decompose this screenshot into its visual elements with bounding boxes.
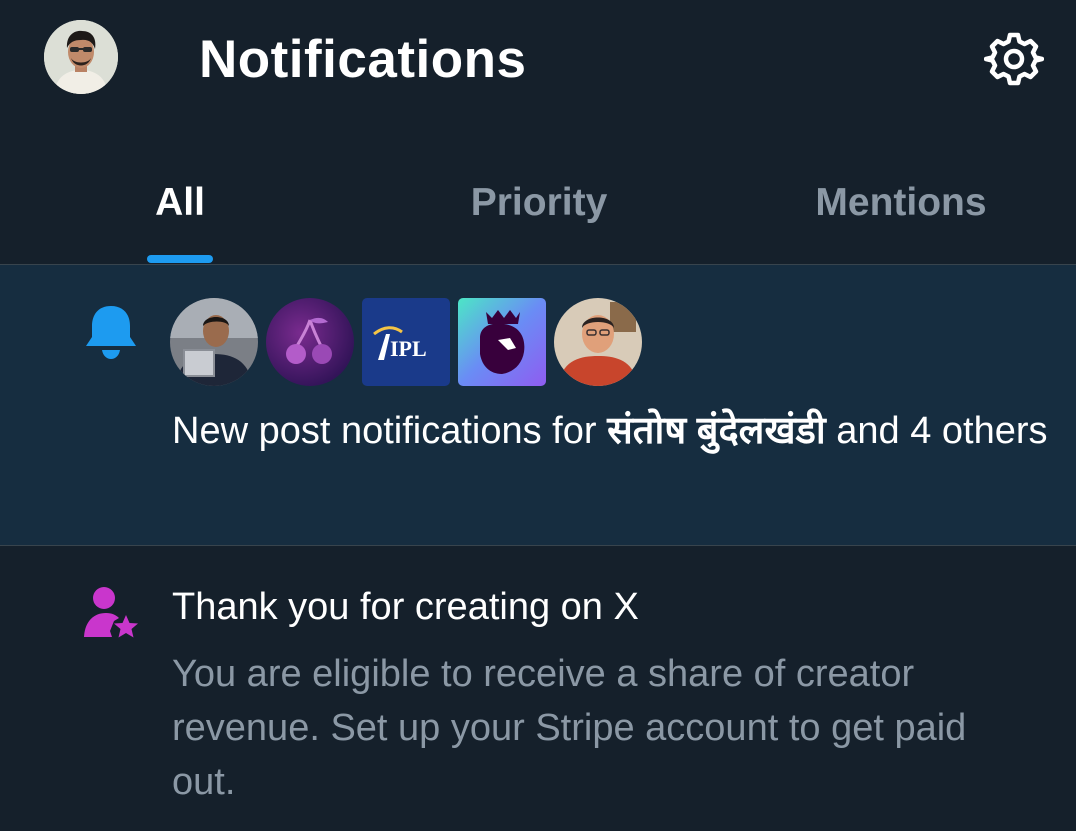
- person-avatar[interactable]: [554, 298, 642, 386]
- gear-icon: [983, 32, 1045, 86]
- tab-bar: All Priority Mentions: [0, 150, 1076, 264]
- user-avatar-icon: [44, 20, 118, 94]
- settings-button[interactable]: [983, 29, 1045, 89]
- person-avatar[interactable]: [170, 298, 258, 386]
- notification-account-name[interactable]: संतोष बुंदेलखंडी: [607, 410, 826, 452]
- divider: [0, 545, 1076, 546]
- premier-league-logo[interactable]: [458, 298, 546, 386]
- notification-text: New post notifications for संतोष बुंदेलख…: [172, 400, 1052, 462]
- tab-mentions[interactable]: Mentions: [815, 180, 986, 226]
- cherry-logo[interactable]: [266, 298, 354, 386]
- header: Notifications: [0, 0, 1076, 122]
- person-star-icon: [82, 585, 142, 643]
- active-tab-indicator: [147, 255, 213, 263]
- notification-text-suffix: and 4 others: [825, 410, 1048, 452]
- profile-avatar[interactable]: [44, 20, 118, 94]
- tab-all[interactable]: All: [155, 180, 205, 226]
- notification-title: Thank you for creating on X: [172, 586, 639, 628]
- bell-icon: [84, 304, 138, 360]
- ipl-logo[interactable]: IPL: [362, 298, 450, 386]
- notification-text-prefix: New post notifications for: [172, 410, 608, 452]
- page-title: Notifications: [199, 30, 527, 89]
- notification-body[interactable]: You are eligible to receive a share of c…: [172, 647, 1032, 809]
- tab-priority[interactable]: Priority: [471, 180, 608, 226]
- ipl-logo-text: IPL: [390, 336, 427, 361]
